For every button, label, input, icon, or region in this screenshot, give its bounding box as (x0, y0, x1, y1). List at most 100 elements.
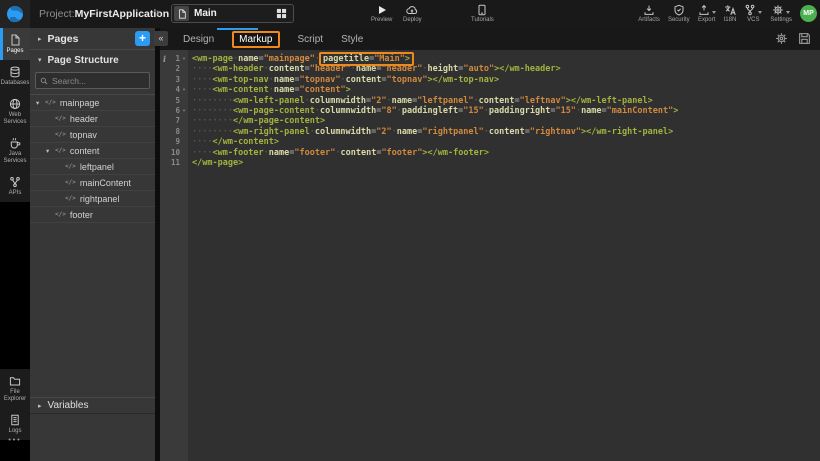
topbar-action-settings[interactable]: Settings (770, 3, 792, 23)
top-bar: Project:MyFirstApplication › Main Previe… (0, 0, 820, 28)
sidebar-item-java-services[interactable]: Java Services (0, 131, 30, 170)
folder-icon (9, 375, 21, 387)
collapse-arrow-icon[interactable]: ▸ (38, 402, 42, 410)
tree-item-topnav[interactable]: </>topnav (30, 127, 155, 143)
code-line-11[interactable]: 11</wm-page> (160, 158, 820, 168)
search-input[interactable]: Search... (35, 72, 150, 89)
tab-script[interactable]: Script (298, 34, 324, 45)
tree-item-maincontent[interactable]: </>mainContent (30, 175, 155, 191)
code-text: ····<wm-header·content="header"·name="he… (188, 64, 561, 74)
open-page-tab[interactable]: Main (171, 4, 294, 23)
widget-code-icon: </> (65, 179, 76, 186)
code-line-2[interactable]: 2····<wm-header·content="header"·name="h… (160, 64, 820, 74)
globe-icon (9, 98, 21, 110)
sidebar-item-pages[interactable]: Pages (0, 28, 30, 60)
upload-tray-icon (698, 3, 716, 16)
topbar-right-actions: Artifacts Security Export I18N VCS Settings MP (638, 3, 817, 23)
tree-item-leftpanel[interactable]: </>leftpanel (30, 159, 155, 175)
project-label: Project:MyFirstApplication (39, 0, 169, 28)
gutter-cell: 9 (160, 137, 188, 147)
collapse-arrow-icon[interactable]: ▸ (38, 35, 42, 43)
tree-item-rightpanel[interactable]: </>rightpanel (30, 191, 155, 207)
tree-item-footer[interactable]: </>footer (30, 207, 155, 223)
left-sidebar: PagesDatabases Web Services Java ServicesA… (0, 28, 30, 461)
fold-arrow-icon[interactable]: ▾ (180, 54, 188, 64)
markup-code-editor[interactable]: i1▾<wm-page·name="mainpage"·pagetitle="M… (160, 50, 820, 461)
topbar-action-vcs[interactable]: VCS (744, 3, 762, 23)
sidebar-group-bottom: File Explorer Logs (0, 369, 30, 440)
sidebar-item-label: Web Services (1, 112, 30, 126)
fold-spacer (180, 127, 188, 137)
expand-arrow-icon[interactable]: ▾ (36, 99, 45, 107)
pages-panel-header[interactable]: ▸ Pages + (30, 28, 155, 50)
user-avatar[interactable]: MP (800, 5, 817, 22)
topbar-action-label: Artifacts (638, 17, 660, 23)
tab-style[interactable]: Style (341, 34, 363, 45)
editor-toolbar (775, 32, 811, 45)
code-line-8[interactable]: 8········<wm-right-panel·columnwidth="2"… (160, 127, 820, 137)
more-options-icon[interactable]: ••• (0, 437, 30, 444)
code-line-9[interactable]: 9····</wm-content> (160, 137, 820, 147)
grid-icon[interactable] (276, 8, 287, 19)
wavemaker-logo[interactable] (0, 0, 30, 28)
page-tab-title: Main (194, 8, 276, 19)
topbar-action-label: Deploy (403, 17, 422, 23)
sidebar-item-apis[interactable]: APIs (0, 170, 30, 202)
code-line-1[interactable]: i1▾<wm-page·name="mainpage"·pagetitle="M… (160, 54, 820, 64)
topbar-action-artifacts[interactable]: Artifacts (638, 3, 660, 23)
sidebar-item-web-services[interactable]: Web Services (0, 92, 30, 131)
tree-item-content[interactable]: ▾</>content (30, 143, 155, 159)
search-placeholder: Search... (52, 76, 86, 86)
code-text: <wm-page·name="mainpage"·pagetitle="Main… (188, 54, 413, 64)
project-prefix: Project: (39, 8, 75, 20)
topbar-action-preview[interactable]: Preview (371, 3, 392, 23)
cloud-upload-icon (406, 3, 418, 16)
pages-panel: ▸ Pages + ▾ Page Structure Search... ▾</… (30, 28, 155, 461)
expand-arrow-icon[interactable]: ▾ (46, 147, 55, 155)
code-line-4[interactable]: 4▾····<wm-content·name="content"> (160, 85, 820, 95)
page-structure-header[interactable]: ▾ Page Structure (30, 50, 155, 70)
fold-arrow-icon[interactable]: ▾ (180, 85, 188, 95)
code-line-7[interactable]: 7········</wm-page-content> (160, 116, 820, 126)
collapse-panel-button[interactable]: « (154, 31, 168, 46)
page-settings-gear-icon[interactable] (775, 32, 788, 45)
code-line-3[interactable]: 3····<wm-top-nav·name="topnav"·content="… (160, 75, 820, 85)
sidebar-item-file-explorer[interactable]: File Explorer (0, 369, 30, 408)
variables-section[interactable]: ▸ Variables (30, 397, 155, 414)
fold-spacer (180, 96, 188, 106)
tree-item-header[interactable]: </>header (30, 111, 155, 127)
tab-markup[interactable]: Markup (232, 31, 279, 48)
page-structure-title: Page Structure (48, 55, 119, 66)
save-icon[interactable] (798, 32, 811, 45)
fold-arrow-icon[interactable]: ▾ (180, 106, 188, 116)
tree-item-label: mainpage (60, 98, 100, 108)
fold-spacer (180, 64, 188, 74)
shield-icon (673, 3, 685, 16)
gutter-cell: 11 (160, 158, 188, 168)
topbar-action-deploy[interactable]: Deploy (403, 3, 422, 23)
code-text: ····<wm-top-nav·name="topnav"·content="t… (188, 75, 499, 85)
sidebar-item-databases[interactable]: Databases (0, 60, 30, 92)
sidebar-item-label: File Explorer (1, 389, 30, 403)
editor-tab-bar: Design Markup Script Style (160, 28, 820, 50)
search-container: Search... (30, 70, 155, 95)
tab-design[interactable]: Design (183, 34, 214, 45)
code-line-10[interactable]: 10····<wm-footer·name="footer"·content="… (160, 148, 820, 158)
topbar-action-i18n[interactable]: I18N (724, 3, 737, 23)
tree-item-label: rightpanel (80, 194, 120, 204)
add-page-button[interactable]: + (135, 31, 150, 46)
tutorials-icon (476, 3, 488, 16)
topbar-action-tutorials[interactable]: Tutorials (471, 3, 494, 23)
topbar-action-security[interactable]: Security (668, 3, 690, 23)
sidebar-item-logs[interactable]: Logs (0, 408, 30, 440)
topbar-action-export[interactable]: Export (698, 3, 716, 23)
code-line-6[interactable]: 6▾········<wm-page-content·columnwidth="… (160, 106, 820, 116)
expand-arrow-icon[interactable]: ▾ (38, 56, 42, 64)
breadcrumb-chevron-icon: › (156, 7, 160, 19)
widget-code-icon: </> (55, 115, 66, 122)
tree-item-mainpage[interactable]: ▾</>mainpage (30, 95, 155, 111)
document-icon (174, 6, 189, 21)
fold-spacer (180, 137, 188, 147)
code-line-5[interactable]: 5········<wm-left-panel·columnwidth="2"·… (160, 96, 820, 106)
fold-spacer (180, 158, 188, 168)
